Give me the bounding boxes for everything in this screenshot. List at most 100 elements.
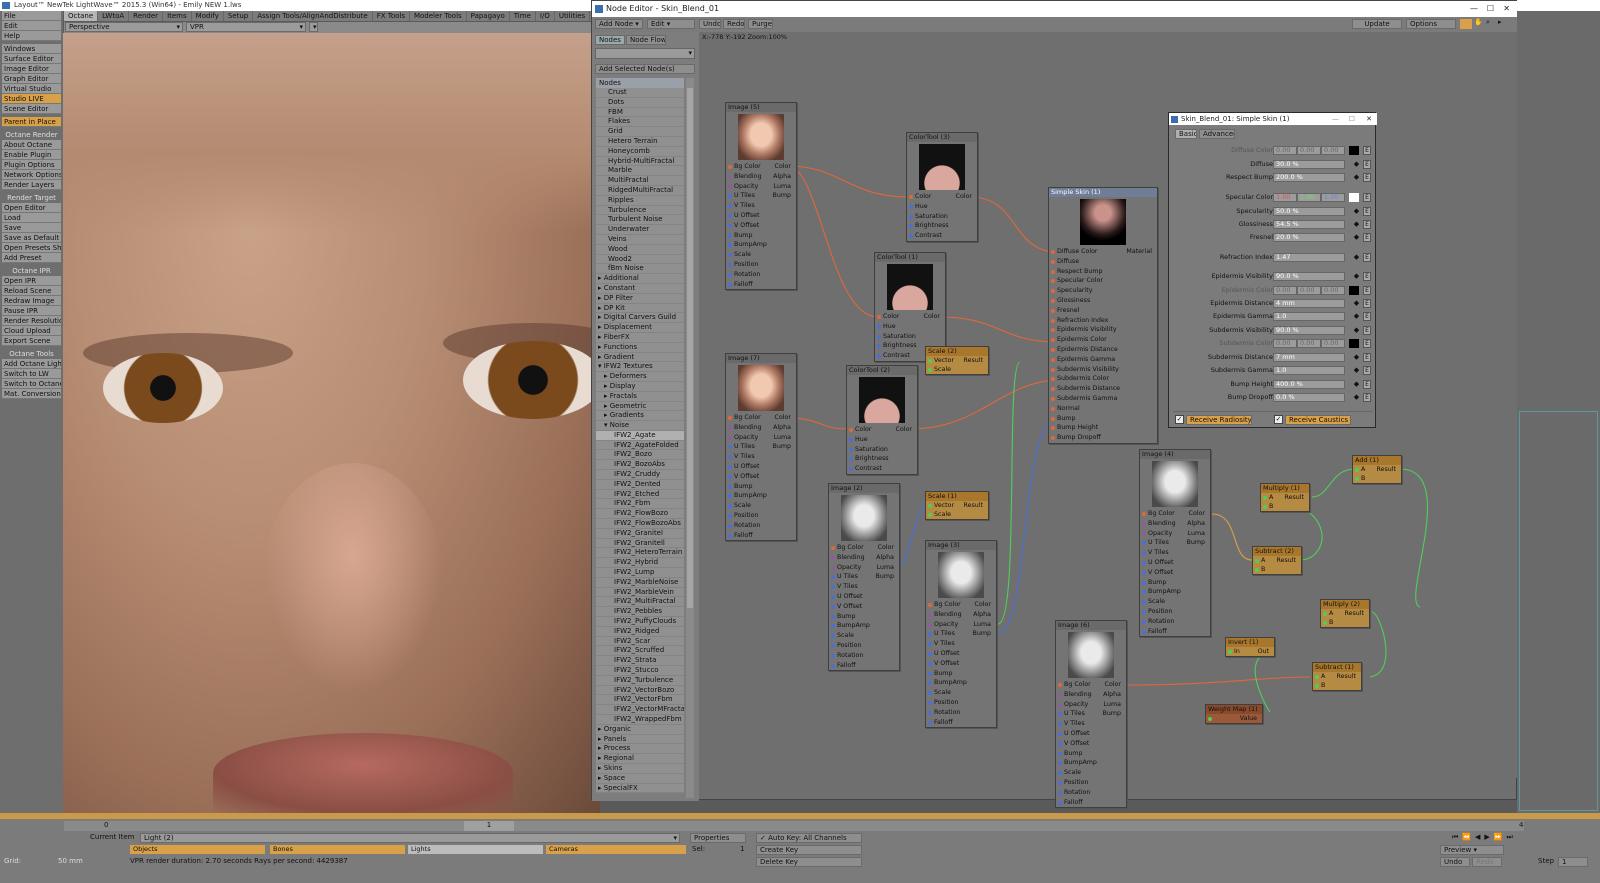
- param-r-field[interactable]: 0.00: [1273, 286, 1297, 295]
- param-color-swatch[interactable]: [1349, 339, 1359, 348]
- menu-pause-ipr[interactable]: Pause IPR: [2, 306, 61, 316]
- tab-i-o[interactable]: I/O: [536, 11, 555, 21]
- tree-scrollbar-thumb[interactable]: [687, 88, 693, 608]
- menu-open-presets-shelf[interactable]: Open Presets Shelf: [2, 243, 61, 253]
- tree-item-process[interactable]: ▸ Process: [596, 744, 684, 755]
- node-multiply-2[interactable]: Multiply (2) A Result B: [1320, 599, 1370, 628]
- tree-item-specialfx[interactable]: ▸ SpecialFX: [596, 783, 684, 794]
- tree-item-geometric[interactable]: ▸ Geometric: [596, 401, 684, 412]
- tree-item-ridgedmultifractal[interactable]: RidgedMultiFractal: [596, 185, 684, 196]
- node-image-2[interactable]: Image (2) Bg Color Color Blending Alpha Opaci…: [828, 483, 900, 672]
- param-envelope-icon[interactable]: ◆: [1352, 312, 1361, 321]
- tree-item-ifw2-hybrid[interactable]: IFW2_Hybrid: [596, 558, 684, 569]
- receive-radiosity-label[interactable]: Receive Radiosity: [1186, 415, 1252, 425]
- tree-item-ifw2-agate[interactable]: IFW2_Agate: [596, 430, 684, 441]
- menu-parent-in-place[interactable]: Parent in Place: [2, 117, 61, 127]
- param-envelope-icon[interactable]: ◆: [1352, 326, 1361, 335]
- node-image-6[interactable]: Image (6) Bg Color Color Blending Alpha Opaci…: [1055, 620, 1127, 809]
- param-edit-button[interactable]: E: [1363, 233, 1371, 242]
- param-value-field[interactable]: 200.0 %: [1273, 173, 1345, 182]
- tree-item-constant[interactable]: ▸ Constant: [596, 283, 684, 294]
- param-value-field[interactable]: 30.0 %: [1273, 160, 1345, 169]
- param-envelope-icon[interactable]: ◆: [1352, 233, 1361, 242]
- tree-item-ifw2-puffyclouds[interactable]: IFW2_PuffyClouds: [596, 617, 684, 627]
- node-subtract-1[interactable]: Subtract (1) A Result B: [1312, 662, 1362, 691]
- timeline-track[interactable]: 0 1 4: [64, 821, 1524, 831]
- param-envelope-icon[interactable]: ◆: [1352, 207, 1361, 216]
- param-value-field[interactable]: 90.0 %: [1273, 272, 1345, 281]
- param-edit-button[interactable]: E: [1363, 299, 1371, 308]
- param-edit-button[interactable]: E: [1363, 193, 1371, 202]
- menu-mat-conversion[interactable]: Mat. Conversion: [2, 389, 61, 399]
- param-b-field[interactable]: 0.00: [1321, 286, 1345, 295]
- tree-item-fbm[interactable]: FBM: [596, 107, 684, 118]
- tree-item-ifw2-marblenoise[interactable]: IFW2_MarbleNoise: [596, 577, 684, 588]
- tree-item-ifw2-dented[interactable]: IFW2_Dented: [596, 479, 684, 490]
- tab-lwtoa[interactable]: LWtoA: [98, 11, 130, 21]
- param-value-field[interactable]: 400.0 %: [1273, 380, 1345, 389]
- node-invert-1[interactable]: Invert (1) In Out: [1225, 637, 1275, 657]
- menu-edit[interactable]: Edit: [2, 21, 61, 31]
- timeline-frame-marker[interactable]: 1: [464, 821, 514, 831]
- properties-button[interactable]: Properties: [690, 833, 746, 843]
- tree-item-ifw2-vectorfbm[interactable]: IFW2_VectorFbm: [596, 695, 684, 706]
- tree-item-hybrid-multifractal[interactable]: Hybrid-MultiFractal: [596, 156, 684, 167]
- node-image-5[interactable]: Image (5) Bg Color Color Blending Alpha Opaci…: [725, 102, 797, 291]
- tree-item-fiberfx[interactable]: ▸ FiberFX: [596, 332, 684, 343]
- menu-windows[interactable]: Windows: [2, 44, 61, 54]
- tree-item-dp-filter[interactable]: ▸ DP Filter: [596, 293, 684, 304]
- maximize-icon[interactable]: ☐: [1487, 1, 1494, 17]
- node-canvas[interactable]: X:-778 Y:-192 Zoom:100% Image (5) Bg Col…: [700, 32, 1518, 809]
- preview-select[interactable]: Preview ▾: [1440, 845, 1504, 855]
- param-edit-button[interactable]: E: [1363, 253, 1371, 262]
- tree-item-ifw2-flowbozo[interactable]: IFW2_FlowBozo: [596, 509, 684, 520]
- param-r-field[interactable]: 1.00: [1273, 193, 1297, 202]
- param-value-field[interactable]: 54.5 %: [1273, 220, 1345, 229]
- param-b-field[interactable]: 0.00: [1321, 146, 1345, 155]
- tree-item-ifw2-bozo[interactable]: IFW2_Bozo: [596, 450, 684, 461]
- param-envelope-icon[interactable]: ◆: [1352, 173, 1361, 182]
- param-edit-button[interactable]: E: [1363, 326, 1371, 335]
- bones-filter[interactable]: Bones: [270, 845, 405, 854]
- create-key-button[interactable]: Create Key: [756, 845, 862, 855]
- param-g-field[interactable]: 0.00: [1297, 286, 1321, 295]
- tree-item-panels[interactable]: ▸ Panels: [596, 734, 684, 745]
- objects-filter[interactable]: Objects: [130, 845, 265, 854]
- param-envelope-icon[interactable]: ◆: [1352, 220, 1361, 229]
- menu-file[interactable]: File: [2, 11, 61, 21]
- add-selected-nodes-button[interactable]: Add Selected Node(s): [595, 64, 695, 74]
- menu-add-octane-light[interactable]: Add Octane Light: [2, 359, 61, 369]
- node-add-1[interactable]: Add (1) A Result B: [1352, 455, 1402, 484]
- menu-cloud-upload[interactable]: Cloud Upload: [2, 326, 61, 336]
- param-edit-button[interactable]: E: [1363, 173, 1371, 182]
- menu-switch-to-lw[interactable]: Switch to LW: [2, 369, 61, 379]
- tab-items[interactable]: Items: [163, 11, 192, 21]
- view-options-icon[interactable]: ▾: [309, 22, 318, 32]
- tree-item-ifw2-cruddy[interactable]: IFW2_Cruddy: [596, 470, 684, 480]
- param-r-field[interactable]: 0.00: [1273, 339, 1297, 348]
- tree-item-organic[interactable]: ▸ Organic: [596, 724, 684, 735]
- tree-item-digital-carvers-guild[interactable]: ▸ Digital Carvers Guild: [596, 313, 684, 324]
- param-g-field[interactable]: 0.00: [1297, 146, 1321, 155]
- param-color-swatch[interactable]: [1349, 146, 1359, 155]
- current-item-select[interactable]: Light (2) ▾: [140, 833, 680, 843]
- param-b-field[interactable]: 0.00: [1321, 339, 1345, 348]
- receive-caustics-label[interactable]: Receive Caustics: [1285, 415, 1351, 425]
- tab-nodes[interactable]: Nodes: [595, 35, 625, 45]
- tree-item-ifw2-granitell[interactable]: IFW2_Granitell: [596, 538, 684, 549]
- menu-studio-live[interactable]: Studio LIVE: [2, 94, 61, 104]
- tree-item-underwater[interactable]: Underwater: [596, 225, 684, 235]
- param-edit-button[interactable]: E: [1363, 220, 1371, 229]
- tree-item-crust[interactable]: Crust: [596, 88, 684, 98]
- tree-item-ifw2-bozoabs[interactable]: IFW2_BozoAbs: [596, 460, 684, 471]
- purge-button[interactable]: Purge: [748, 19, 773, 29]
- menu-save-as-default[interactable]: Save as Default: [2, 233, 61, 243]
- menu-enable-plugin[interactable]: Enable Plugin: [2, 150, 61, 160]
- tree-item-dots[interactable]: Dots: [596, 97, 684, 108]
- node-search-input[interactable]: ▾: [595, 48, 695, 59]
- tree-item-ifw2-fbm[interactable]: IFW2_Fbm: [596, 499, 684, 510]
- tree-item-ifw2-vectorbozo[interactable]: IFW2_VectorBozo: [596, 685, 684, 696]
- param-envelope-icon[interactable]: ◆: [1352, 380, 1361, 389]
- param-value-field[interactable]: 1.47: [1273, 253, 1345, 262]
- tree-scrollbar[interactable]: [686, 78, 694, 798]
